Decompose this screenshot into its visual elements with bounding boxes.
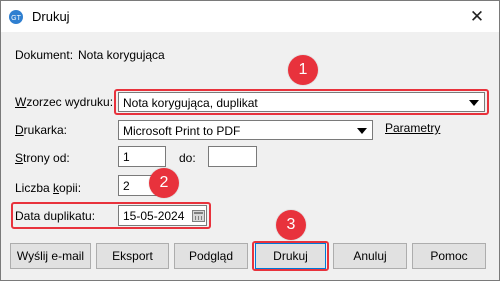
preview-button[interactable]: Podgląd (174, 243, 248, 269)
close-button[interactable]: ✕ (455, 1, 499, 32)
strony-od-value: 1 (123, 150, 130, 164)
svg-text:GT: GT (11, 15, 21, 22)
cancel-button[interactable]: Anuluj (333, 243, 407, 269)
do-label: do: (179, 151, 196, 165)
highlight-wzorzec (114, 89, 489, 115)
highlight-data-duplikatu (11, 202, 211, 229)
print-dialog: GT Drukuj ✕ Dokument: Nota korygująca Wz… (0, 0, 500, 281)
window-title: Drukuj (32, 9, 70, 24)
help-button[interactable]: Pomoc (412, 243, 486, 269)
highlight-drukuj (252, 241, 329, 271)
chevron-down-icon (357, 128, 367, 134)
parametry-link[interactable]: Parametry (385, 121, 440, 135)
drukarka-select[interactable]: Microsoft Print to PDF (118, 120, 373, 140)
send-email-button[interactable]: Wyślij e-mail (10, 243, 91, 269)
strony-od-input[interactable]: 1 (118, 146, 166, 167)
dokument-value: Nota korygująca (78, 48, 165, 62)
drukarka-select-value: Microsoft Print to PDF (123, 124, 241, 138)
title-bar: GT Drukuj ✕ (1, 1, 499, 32)
kopie-value: 2 (123, 179, 130, 193)
strony-do-input[interactable] (208, 146, 257, 167)
step-badge-2: 2 (149, 168, 179, 198)
kopie-label: Liczba kopii: (15, 181, 82, 195)
app-logo-icon: GT (9, 10, 23, 24)
step-badge-1: 1 (288, 55, 318, 85)
export-button[interactable]: Eksport (96, 243, 169, 269)
wzorzec-label: Wzorzec wydruku: (15, 95, 114, 109)
dokument-label: Dokument: (15, 48, 74, 62)
drukarka-label: Drukarka: (15, 123, 68, 137)
step-badge-3: 3 (276, 210, 306, 240)
strony-label: Strony od: (15, 151, 70, 165)
